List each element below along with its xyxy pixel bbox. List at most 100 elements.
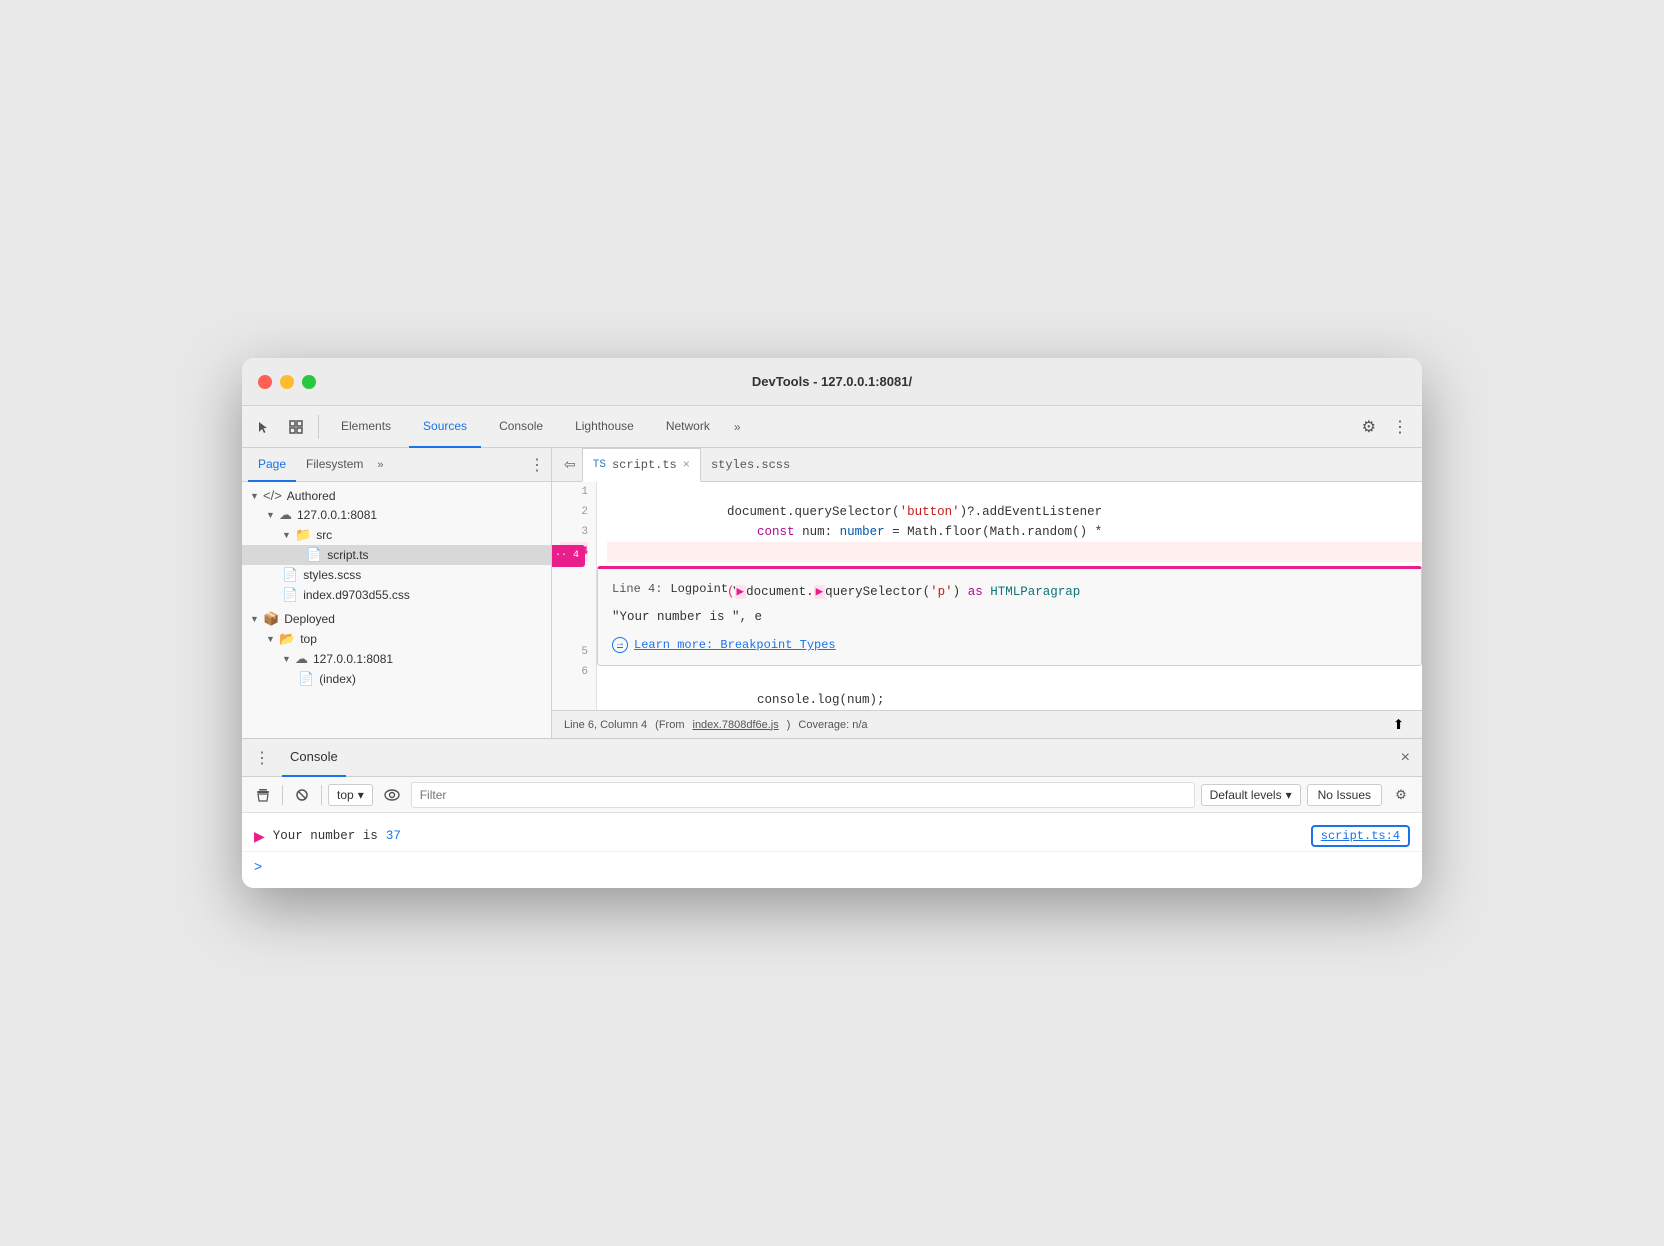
tree-label-styles-scss: styles.scss: [303, 568, 361, 582]
left-panel: Page Filesystem » ⋮ ▼ </> Authored ▼: [242, 448, 552, 738]
tab-page[interactable]: Page: [248, 448, 296, 482]
devtools-window: DevTools - 127.0.0.1:8081/ Elements Sour…: [242, 358, 1422, 888]
folder-icon-src: 📁: [295, 527, 311, 543]
levels-label: Default levels: [1210, 788, 1282, 802]
logpoint-input[interactable]: [612, 610, 1407, 624]
context-selector[interactable]: top ▾: [328, 784, 373, 806]
maximize-button[interactable]: [302, 375, 316, 389]
minimize-button[interactable]: [280, 375, 294, 389]
no-issues-btn[interactable]: No Issues: [1307, 784, 1382, 806]
top-toolbar: Elements Sources Console Lighthouse Netw…: [242, 406, 1422, 448]
close-button[interactable]: [258, 375, 272, 389]
tab-console[interactable]: Console: [485, 406, 557, 448]
status-bar: Line 6, Column 4 (From index.7808df6e.js…: [552, 710, 1422, 738]
console-title: Console: [282, 739, 346, 777]
format-button[interactable]: ⬆: [1387, 715, 1410, 735]
bp-triangle2: ▶: [814, 585, 826, 599]
tree-item-index-css[interactable]: 📄 index.d9703d55.css: [242, 585, 551, 605]
clear-icon: [256, 788, 270, 802]
log-source-link[interactable]: script.ts:4: [1311, 825, 1410, 847]
tree-item-src[interactable]: ▼ 📁 src: [242, 525, 551, 545]
tree-label-host2: 127.0.0.1:8081: [313, 652, 393, 666]
eye-icon-btn[interactable]: [379, 782, 405, 808]
console-dots-icon[interactable]: ⋮: [250, 744, 274, 772]
tree-arrow-host2: ▼: [282, 654, 292, 664]
editor-tab-label-styles: styles.scss: [711, 458, 790, 472]
code-line-6: });: [607, 690, 1422, 710]
editor-tab-close-script[interactable]: ×: [683, 458, 690, 472]
scss-file-icon: 📄: [282, 567, 298, 583]
hide-icon: [295, 788, 309, 802]
editor-tab-script-ts[interactable]: TS script.ts ×: [582, 448, 701, 482]
more-tabs-btn[interactable]: »: [728, 420, 747, 434]
right-panel: ⇦ TS script.ts × styles.scss 1: [552, 448, 1422, 738]
filter-input[interactable]: [411, 782, 1195, 808]
console-toolbar: top ▾ Default levels ▾ No Issues ⚙: [242, 777, 1422, 813]
tab-filesystem[interactable]: Filesystem: [296, 448, 373, 482]
bp-triangle: ▶: [735, 585, 747, 599]
line-num-2: 2: [560, 502, 588, 522]
line-num-5: 5: [560, 642, 588, 662]
panel-dots-icon[interactable]: ⋮: [529, 455, 545, 475]
code-area[interactable]: 1 2 3 4 5 6: [552, 482, 1422, 710]
logpoint-link-text: Learn more: Breakpoint Types: [634, 635, 836, 655]
tree-item-host1[interactable]: ▼ ☁ 127.0.0.1:8081: [242, 505, 551, 525]
editor-tab-styles-scss[interactable]: styles.scss: [701, 448, 800, 482]
console-hide-network-btn[interactable]: [289, 782, 315, 808]
levels-selector[interactable]: Default levels ▾: [1201, 784, 1301, 806]
cursor-position: Line 6, Column 4: [564, 719, 647, 731]
source-file-link[interactable]: index.7808df6e.js: [693, 719, 779, 731]
status-from-label: (From: [655, 719, 684, 731]
console-prompt-row: >: [242, 852, 1422, 880]
tree-label-host1: 127.0.0.1:8081: [297, 508, 377, 522]
code-line-4: ·· 4 (▶document.▶querySelector('p') as H…: [607, 542, 1422, 562]
tree-item-script-ts[interactable]: 📄 script.ts: [242, 545, 551, 565]
tree-item-authored[interactable]: ▼ </> Authored: [242, 486, 551, 505]
tree-item-deployed[interactable]: ▼ 📦 Deployed: [242, 609, 551, 629]
logpoint-learn-more[interactable]: → Learn more: Breakpoint Types: [612, 635, 1407, 655]
tree-label-script-ts: script.ts: [327, 548, 368, 562]
cursor-icon-btn[interactable]: [250, 413, 278, 441]
context-arrow: ▾: [358, 788, 364, 802]
editor-back-btn[interactable]: ⇦: [558, 452, 582, 477]
settings-icon[interactable]: ⚙: [1356, 413, 1382, 441]
coverage-label: Coverage: n/a: [798, 719, 867, 731]
code-type: HTMLParagrap: [983, 585, 1081, 599]
line-numbers: 1 2 3 4 5 6: [552, 482, 597, 710]
code-content: 1 2 3 4 5 6: [552, 482, 1422, 710]
logpoint-input-area[interactable]: [612, 607, 1407, 627]
console-header: ⋮ Console ×: [242, 739, 1422, 777]
tree-arrow-top: ▼: [266, 634, 276, 644]
toolbar-divider-1: [318, 415, 319, 439]
panel-more-icon[interactable]: »: [373, 459, 387, 471]
file-tree: ▼ </> Authored ▼ ☁ 127.0.0.1:8081 ▼ 📁: [242, 482, 551, 738]
console-settings-btn[interactable]: ⚙: [1388, 782, 1414, 808]
tab-sources[interactable]: Sources: [409, 406, 481, 448]
window-title: DevTools - 127.0.0.1:8081/: [752, 374, 912, 389]
eye-icon: [384, 789, 400, 801]
tree-arrow-authored: ▼: [250, 491, 260, 501]
code-string: 'p': [930, 585, 953, 599]
tree-item-host2[interactable]: ▼ ☁ 127.0.0.1:8081: [242, 649, 551, 669]
tab-network[interactable]: Network: [652, 406, 724, 448]
tree-item-index[interactable]: 📄 (index): [242, 669, 551, 689]
console-clear-btn[interactable]: [250, 782, 276, 808]
breakpoint-badge: ·· 4: [552, 545, 585, 567]
tree-item-top[interactable]: ▼ 📂 top: [242, 629, 551, 649]
code-lines: document.querySelector('button')?.addEve…: [597, 482, 1422, 710]
inspect-icon-btn[interactable]: [282, 413, 310, 441]
status-paren-close: ): [787, 719, 791, 731]
tree-label-src: src: [316, 528, 332, 542]
tab-elements[interactable]: Elements: [327, 406, 405, 448]
more-options-icon[interactable]: ⋮: [1386, 413, 1414, 441]
tree-item-styles-scss[interactable]: 📄 styles.scss: [242, 565, 551, 585]
tree-arrow-host1: ▼: [266, 510, 276, 520]
main-content: Page Filesystem » ⋮ ▼ </> Authored ▼: [242, 448, 1422, 738]
code-text: querySelector(: [825, 585, 930, 599]
tree-arrow-src: ▼: [282, 530, 292, 540]
tab-lighthouse[interactable]: Lighthouse: [561, 406, 648, 448]
code-line-1: document.querySelector('button')?.addEve…: [607, 482, 1422, 502]
console-close-btn[interactable]: ×: [1397, 745, 1414, 771]
css-file-icon: 📄: [282, 587, 298, 603]
cursor-icon: [257, 420, 271, 434]
